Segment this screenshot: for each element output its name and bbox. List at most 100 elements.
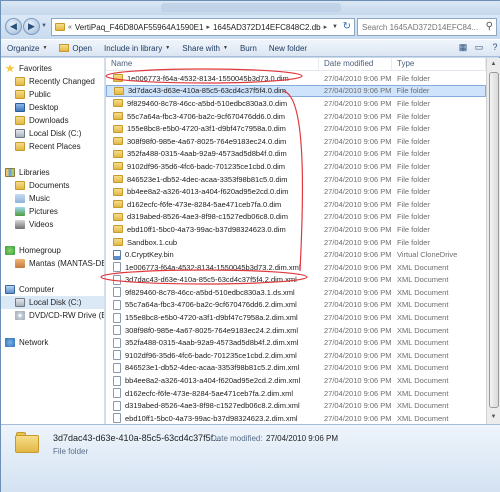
file-row[interactable]: 308f98f0-985e-4a67-8025-764e9183ec24.0.d…	[106, 135, 486, 148]
file-name-cell[interactable]: d319abed-8526-4ae3-8f98-c1527edb06c8.0.d…	[106, 212, 319, 221]
nav-local-disk[interactable]: Local Disk (C:)	[1, 296, 104, 309]
file-name-cell[interactable]: 9f829460-8c78-46cc-a5bd-510edbc830a3.0.d…	[106, 99, 319, 108]
file-name-cell[interactable]: 3d7dac43-d63e-410a-85c5-63cd4c37f5f4.2.d…	[106, 274, 319, 285]
file-name-cell[interactable]: 846523e1-db52-4dec-acaa-3353f98b81c5.0.d…	[106, 175, 319, 184]
file-name-cell[interactable]: 308f98f0-985e-4a67-8025-764e9183ec24.2.d…	[106, 325, 319, 336]
file-row[interactable]: ebd10ff1-5bc0-4a73-99ac-b37d98324623.0.d…	[106, 223, 486, 236]
nav-videos[interactable]: Videos	[1, 218, 104, 231]
file-row[interactable]: d319abed-8526-4ae3-8f98-c1527edb06c8.0.d…	[106, 211, 486, 224]
nav-documents[interactable]: Documents	[1, 179, 104, 192]
file-name-cell[interactable]: d162ecfc-f6fe-473e-8284-5ae471ceb7fa.0.d…	[106, 200, 319, 209]
file-name-cell[interactable]: 55c7a64a-fbc3-4706-ba2c-9cf670476dd6.2.d…	[106, 299, 319, 310]
file-name-cell[interactable]: ebd10ff1-5bc0-4a73-99ac-b37d98324623.2.d…	[106, 413, 319, 424]
include-in-library-button[interactable]: Include in library ▼	[98, 40, 176, 56]
file-row[interactable]: 308f98f0-985e-4a67-8025-764e9183ec24.2.d…	[106, 324, 486, 337]
nav-recently-changed[interactable]: Recently Changed	[1, 75, 104, 88]
file-row[interactable]: bb4ee8a2-a326-4013-a404-f620ad95e2cd.2.d…	[106, 374, 486, 387]
file-row[interactable]: 155e8bc8-e5b0-4720-a3f1-d9bf47c7958a.0.d…	[106, 122, 486, 135]
file-name-cell[interactable]: 352fa488-0315-4aab-92a9-4573ad5d8b4f.0.d…	[106, 149, 319, 158]
file-row[interactable]: 1e006773-f64a-4532-8134-1550045b3d73.0.d…	[106, 72, 486, 85]
nav-user[interactable]: Mantas (MANTAS-DE	[1, 257, 104, 270]
file-row[interactable]: d162ecfc-f6fe-473e-8284-5ae471ceb7fa.0.d…	[106, 198, 486, 211]
file-row[interactable]: 9102df96-35d6-4fc6-badc-701235ce1cbd.2.d…	[106, 349, 486, 362]
file-name-cell[interactable]: d162ecfc-f6fe-473e-8284-5ae471ceb7fa.2.d…	[106, 388, 319, 399]
file-row[interactable]: 55c7a64a-fbc3-4706-ba2c-9cf670476dd6.0.d…	[106, 110, 486, 123]
back-button[interactable]: ◀	[5, 18, 22, 35]
file-row[interactable]: 9102df96-35d6-4fc6-badc-701235ce1cbd.0.d…	[106, 160, 486, 173]
new-folder-button[interactable]: New folder	[263, 40, 313, 56]
breadcrumb-separator-icon[interactable]: ▸	[324, 23, 328, 31]
file-row[interactable]: ebd10ff1-5bc0-4a73-99ac-b37d98324623.2.d…	[106, 412, 486, 424]
file-name-cell[interactable]: Sandbox.1.cub	[106, 238, 319, 247]
file-row[interactable]: d162ecfc-f6fe-473e-8284-5ae471ceb7fa.2.d…	[106, 387, 486, 400]
nav-music[interactable]: Music	[1, 192, 104, 205]
file-name-cell[interactable]: ebd10ff1-5bc0-4a73-99ac-b37d98324623.0.d…	[106, 225, 319, 234]
file-row[interactable]: bb4ee8a2-a326-4013-a404-f620ad95e2cd.0.d…	[106, 185, 486, 198]
file-row[interactable]: 846523e1-db52-4dec-acaa-3353f98b81c5.2.d…	[106, 362, 486, 375]
nav-libraries[interactable]: Libraries	[1, 166, 104, 179]
breadcrumb-separator-icon[interactable]: ▸	[206, 23, 210, 31]
file-name-cell[interactable]: bb4ee8a2-a326-4013-a404-f620ad95e2cd.2.d…	[106, 375, 319, 386]
search-box[interactable]: ⚲	[357, 18, 497, 36]
file-name-cell[interactable]: 155e8bc8-e5b0-4720-a3f1-d9bf47c7958a.2.d…	[106, 312, 319, 323]
file-row[interactable]: 1e006773-f64a-4532-8134-1550045b3d73.2.d…	[106, 261, 486, 274]
scroll-thumb[interactable]	[489, 72, 499, 408]
nav-homegroup[interactable]: Homegroup	[1, 244, 104, 257]
scroll-down-icon[interactable]: ▼	[487, 411, 500, 424]
file-row[interactable]: 9f829460-8c78-46cc-a5bd-510edbc830a3.0.d…	[106, 97, 486, 110]
breadcrumb-item[interactable]: VertiPaq_F46D80AF55964A1590E1	[75, 23, 204, 32]
file-name-cell[interactable]: 1e006773-f64a-4532-8134-1550045b3d73.0.d…	[106, 74, 319, 83]
file-row[interactable]: 155e8bc8-e5b0-4720-a3f1-d9bf47c7958a.2.d…	[106, 311, 486, 324]
file-row[interactable]: 352fa488-0315-4aab-92a9-4573ad5d8b4f.2.d…	[106, 336, 486, 349]
nav-local-disk-favorite[interactable]: Local Disk (C:)	[1, 127, 104, 140]
nav-dvd-drive[interactable]: DVD/CD-RW Drive (E	[1, 309, 104, 322]
file-row[interactable]: 3d7dac43-d63e-410a-85c5-63cd4c37f5f4.0.d…	[106, 84, 486, 98]
nav-pictures[interactable]: Pictures	[1, 205, 104, 218]
column-header-date[interactable]: Date modified	[319, 58, 392, 70]
file-name-cell[interactable]: 9102df96-35d6-4fc6-badc-701235ce1cbd.0.d…	[106, 162, 319, 171]
vertical-scrollbar[interactable]: ▲ ▼	[486, 58, 500, 424]
help-icon[interactable]: ?	[489, 41, 500, 53]
file-name-cell[interactable]: 155e8bc8-e5b0-4720-a3f1-d9bf47c7958a.0.d…	[106, 124, 319, 133]
file-row[interactable]: 3d7dac43-d63e-410a-85c5-63cd4c37f5f4.2.d…	[106, 274, 486, 287]
nav-favorites[interactable]: Favorites	[1, 62, 104, 75]
file-row[interactable]: 55c7a64a-fbc3-4706-ba2c-9cf670476dd6.2.d…	[106, 299, 486, 312]
file-row[interactable]: 9f829460-8c78-46cc-a5bd-510edbc830a3.1.d…	[106, 286, 486, 299]
file-name-cell[interactable]: 9f829460-8c78-46cc-a5bd-510edbc830a3.1.d…	[106, 287, 319, 298]
address-field[interactable]: « VertiPaq_F46D80AF55964A1590E1 ▸ 1645AD…	[51, 18, 355, 36]
file-row[interactable]: 0.CryptKey.bin 27/04/2010 9:06 PM Virtual …	[106, 248, 486, 261]
file-name-cell[interactable]: 0.CryptKey.bin	[106, 249, 319, 260]
file-name-cell[interactable]: d319abed-8526-4ae3-8f98-c1527edb06c8.2.d…	[106, 400, 319, 411]
search-input[interactable]	[358, 19, 480, 35]
file-name-cell[interactable]: 352fa488-0315-4aab-92a9-4573ad5d8b4f.2.d…	[106, 337, 319, 348]
file-row[interactable]: 352fa488-0315-4aab-92a9-4573ad5d8b4f.0.d…	[106, 148, 486, 161]
address-dropdown-icon[interactable]: ▼	[332, 24, 338, 30]
nav-desktop[interactable]: Desktop	[1, 101, 104, 114]
column-header-type[interactable]: Type	[392, 58, 486, 70]
file-name-cell[interactable]: bb4ee8a2-a326-4013-a404-f620ad95e2cd.0.d…	[106, 187, 319, 196]
file-name-cell[interactable]: 846523e1-db52-4dec-acaa-3353f98b81c5.2.d…	[106, 362, 319, 373]
file-name-cell[interactable]: 55c7a64a-fbc3-4706-ba2c-9cf670476dd6.0.d…	[106, 112, 319, 121]
file-row[interactable]: Sandbox.1.cub 27/04/2010 9:06 PM File fold…	[106, 236, 486, 249]
nav-downloads[interactable]: Downloads	[1, 114, 104, 127]
scroll-up-icon[interactable]: ▲	[487, 58, 500, 71]
recent-pages-dropdown[interactable]: ▼	[41, 23, 47, 29]
nav-computer[interactable]: Computer	[1, 283, 104, 296]
column-header-name[interactable]: Name	[106, 58, 319, 70]
burn-button[interactable]: Burn	[234, 40, 263, 56]
file-name-cell[interactable]: 9102df96-35d6-4fc6-badc-701235ce1cbd.2.d…	[106, 350, 319, 361]
nav-public[interactable]: Public	[1, 88, 104, 101]
nav-network[interactable]: Network	[1, 336, 104, 349]
change-view-icon[interactable]: ▦	[457, 41, 469, 53]
forward-button[interactable]: ▶	[23, 18, 40, 35]
share-with-button[interactable]: Share with ▼	[176, 40, 234, 56]
breadcrumb-separator-icon[interactable]: «	[68, 24, 72, 31]
file-name-cell[interactable]: 308f98f0-985e-4a67-8025-764e9183ec24.0.d…	[106, 137, 319, 146]
file-name-cell[interactable]: 3d7dac43-d63e-410a-85c5-63cd4c37f5f4.0.d…	[107, 86, 319, 95]
nav-recent-places[interactable]: Recent Places	[1, 140, 104, 153]
open-button[interactable]: Open	[53, 40, 98, 56]
breadcrumb-item[interactable]: 1645AD372D14EFC848C2.db	[213, 23, 321, 32]
preview-pane-icon[interactable]: ▭	[473, 41, 485, 53]
file-row[interactable]: d319abed-8526-4ae3-8f98-c1527edb06c8.2.d…	[106, 399, 486, 412]
refresh-icon[interactable]: ↻	[343, 21, 351, 32]
